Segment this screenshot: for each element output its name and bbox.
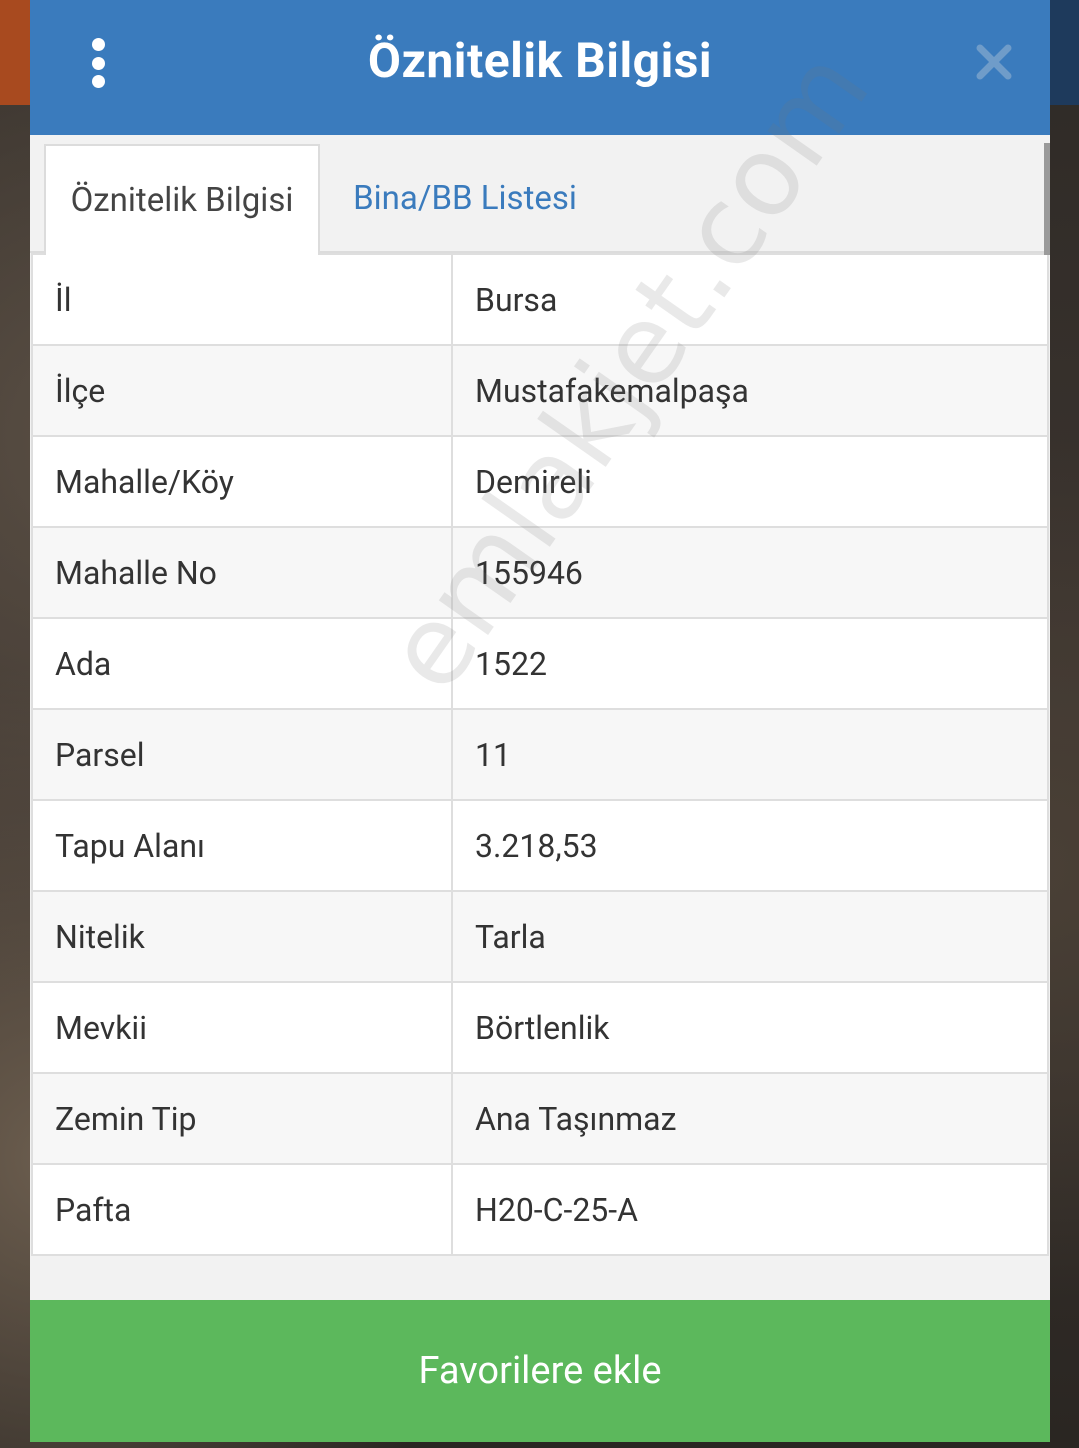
scrollbar-thumb[interactable] xyxy=(1044,143,1050,255)
attribute-value: Tarla xyxy=(451,890,1049,983)
attribute-value: 1522 xyxy=(451,617,1049,710)
table-row: İlçe Mustafakemalpaşa xyxy=(31,344,1049,437)
attribute-table: İl Bursa İlçe Mustafakemalpaşa Mahalle/Köy De… xyxy=(31,253,1049,1256)
attribute-value: 155946 xyxy=(451,526,1049,619)
attribute-value: Bursa xyxy=(451,253,1049,346)
attribute-value: 3.218,53 xyxy=(451,799,1049,892)
table-row: Parsel 11 xyxy=(31,708,1049,801)
attribute-value: Börtlenlik xyxy=(451,981,1049,1074)
attribute-key: İl xyxy=(31,253,453,346)
attribute-key: Ada xyxy=(31,617,453,710)
table-row: Mevkii Börtlenlik xyxy=(31,981,1049,1074)
attribute-value: 11 xyxy=(451,708,1049,801)
attribute-key: Mahalle No xyxy=(31,526,453,619)
attribute-key: Mahalle/Köy xyxy=(31,435,453,528)
attribute-key: Parsel xyxy=(31,708,453,801)
attribute-key: Zemin Tip xyxy=(31,1072,453,1165)
table-row: Zemin Tip Ana Taşınmaz xyxy=(31,1072,1049,1165)
table-row: Mahalle/Köy Demireli xyxy=(31,435,1049,528)
attribute-value: Mustafakemalpaşa xyxy=(451,344,1049,437)
tab-bar: Öznitelik Bilgisi Bina/BB Listesi xyxy=(30,135,1050,255)
table-row: İl Bursa xyxy=(31,253,1049,346)
attribute-key: Pafta xyxy=(31,1163,453,1256)
tab-building-list[interactable]: Bina/BB Listesi xyxy=(330,144,600,253)
table-row: Nitelik Tarla xyxy=(31,890,1049,983)
attribute-key: Mevkii xyxy=(31,981,453,1074)
table-row: Mahalle No 155946 xyxy=(31,526,1049,619)
attribute-key: Tapu Alanı xyxy=(31,799,453,892)
attribute-key: İlçe xyxy=(31,344,453,437)
tab-attribute-info[interactable]: Öznitelik Bilgisi xyxy=(44,144,320,255)
table-row: Tapu Alanı 3.218,53 xyxy=(31,799,1049,892)
attribute-value: H20-C-25-A xyxy=(451,1163,1049,1256)
map-background-strip-right xyxy=(1049,0,1079,105)
dialog-title: Öznitelik Bilgisi xyxy=(367,32,713,89)
table-row: Pafta H20-C-25-A xyxy=(31,1163,1049,1256)
table-row: Ada 1522 xyxy=(31,617,1049,710)
attribute-value: Ana Taşınmaz xyxy=(451,1072,1049,1165)
close-icon[interactable] xyxy=(974,42,1014,82)
attribute-info-dialog: Öznitelik Bilgisi Öznitelik Bilgisi Bina… xyxy=(30,0,1050,1442)
attribute-value: Demireli xyxy=(451,435,1049,528)
add-to-favorites-button[interactable]: Favorilere ekle xyxy=(30,1300,1050,1442)
attribute-key: Nitelik xyxy=(31,890,453,983)
dialog-header: Öznitelik Bilgisi xyxy=(30,0,1050,135)
